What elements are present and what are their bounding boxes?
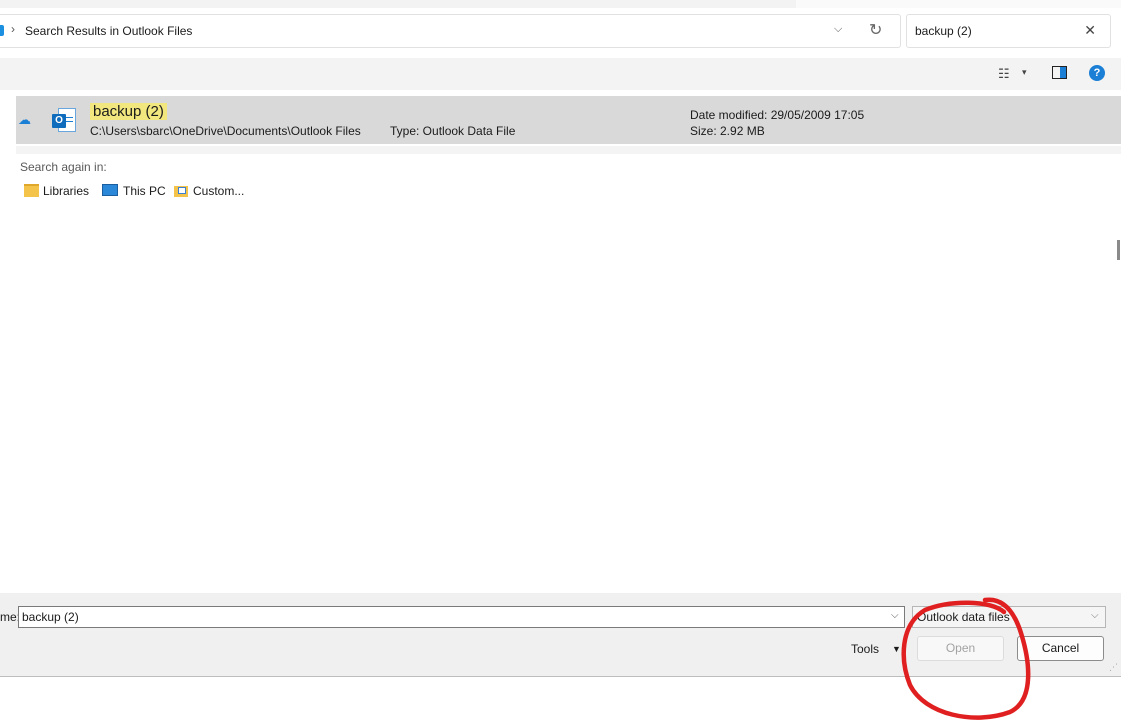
cancel-button[interactable]: Cancel	[1017, 636, 1104, 661]
address-bar[interactable]: › Search Results in Outlook Files ⌵ ↻	[0, 14, 901, 48]
open-button[interactable]: Open	[917, 636, 1004, 661]
help-icon[interactable]: ?	[1089, 65, 1105, 81]
breadcrumb-location[interactable]: Search Results in Outlook Files	[25, 24, 192, 38]
custom-folder-icon	[174, 186, 188, 197]
title-strip-right	[796, 0, 1121, 8]
clear-search-icon[interactable]: ✕	[1084, 22, 1096, 39]
file-path: C:\Users\sbarc\OneDrive\Documents\Outloo…	[90, 124, 361, 138]
file-date-modified: Date modified: 29/05/2009 17:05	[690, 108, 865, 122]
dialog-footer: me: backup (2) ⌵ Outlook data files ⌵ To…	[0, 593, 1121, 676]
view-options-icon[interactable]: ☷	[998, 66, 1010, 82]
file-result-row[interactable]: ☁ O backup (2) C:\Users\sbarc\OneDrive\D…	[16, 96, 1121, 144]
search-input[interactable]: backup (2) ✕	[906, 14, 1111, 48]
folder-icon	[0, 25, 4, 36]
file-size: Size: 2.92 MB	[690, 124, 765, 138]
search-again-libraries[interactable]: Libraries	[24, 184, 89, 198]
scrollbar-edge	[1117, 240, 1120, 260]
file-name-label: me:	[0, 610, 21, 624]
libraries-folder-icon	[24, 184, 39, 197]
file-open-dialog: › Search Results in Outlook Files ⌵ ↻ ba…	[0, 0, 1121, 677]
file-type-filter[interactable]: Outlook data files	[912, 606, 1106, 628]
search-again-this-pc[interactable]: This PC	[102, 184, 166, 198]
file-name[interactable]: backup (2)	[90, 103, 167, 120]
computer-icon	[102, 184, 118, 196]
preview-pane-icon[interactable]	[1052, 66, 1067, 79]
search-again-custom[interactable]: Custom...	[174, 184, 244, 198]
command-toolbar: ☷ ▾ ?	[0, 58, 1121, 90]
tools-dropdown-icon[interactable]: ▼	[892, 644, 901, 654]
file-type: Type: Outlook Data File	[390, 124, 516, 138]
address-history-dropdown-icon[interactable]: ⌵	[834, 23, 842, 36]
file-type-dropdown-icon[interactable]: ⌵	[1091, 610, 1099, 621]
file-name-field[interactable]: backup (2)	[18, 606, 905, 628]
search-again-label: Search again in:	[20, 160, 107, 174]
resize-grip-icon[interactable]: ⋰	[1109, 662, 1118, 673]
search-query[interactable]: backup (2)	[915, 24, 972, 38]
file-name-dropdown-icon[interactable]: ⌵	[891, 610, 899, 621]
file-list: ☁ O backup (2) C:\Users\sbarc\OneDrive\D…	[0, 90, 1121, 593]
outlook-file-icon: O	[52, 108, 78, 134]
cloud-sync-icon: ☁	[18, 112, 31, 127]
row-divider	[16, 146, 1121, 154]
refresh-icon[interactable]: ↻	[869, 20, 882, 40]
view-dropdown-icon[interactable]: ▾	[1022, 67, 1027, 78]
breadcrumb-chevron-icon[interactable]: ›	[11, 22, 15, 36]
tools-menu-button[interactable]: Tools	[851, 642, 879, 656]
